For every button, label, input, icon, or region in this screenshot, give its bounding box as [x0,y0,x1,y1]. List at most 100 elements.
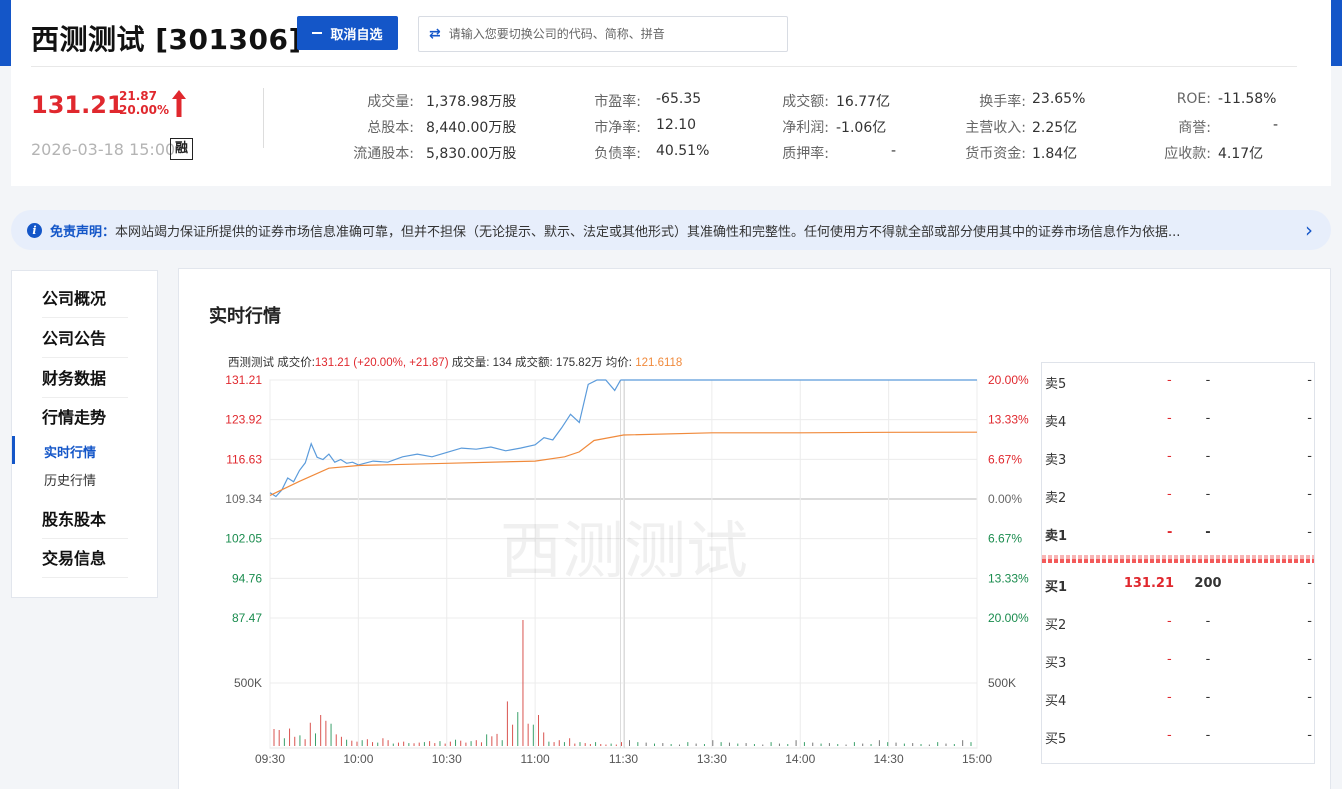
sidebar: 公司概况 公司公告 财务数据 行情走势 实时行情 历史行情 股东股本 交易信息 [11,270,158,598]
sidebar-item-realtime-quote[interactable]: 实时行情 [44,442,96,461]
order-book-ex: - [1307,411,1312,426]
order-book-lbl: 买2 [1045,618,1067,633]
x-tick: 10:30 [432,752,462,766]
y-tick-left: 94.76 [232,571,262,585]
y-tick-left: 123.92 [225,413,262,427]
stat-value: 5,830.00万股 [426,146,517,162]
bid-row: 买1 131.21 200 - [1042,576,1316,596]
order-book-ex: - [1307,690,1312,705]
sidebar-item-market-trend[interactable]: 行情走势 [42,404,128,436]
sidebar-item-shareholders[interactable]: 股东股本 [42,506,128,539]
x-tick: 10:00 [343,752,373,766]
order-book-pr: - [1167,652,1172,667]
ask-row: 卖3 - - - [1042,449,1316,469]
chevron-right-icon[interactable]: › [1305,218,1313,242]
y-tick-left: 102.05 [225,532,262,546]
ask-row: 卖2 - - - [1042,487,1316,507]
stat-label: 换手率: [979,94,1026,110]
stat-value: -1.06亿 [836,120,887,136]
bid-row: 买4 - - - [1042,690,1316,710]
order-book-ex: - [1307,487,1312,502]
order-book-pr: - [1167,373,1172,388]
order-book-pr: - [1167,487,1172,502]
price-change-percent: 20.00% [119,103,169,117]
company-search[interactable]: ⇄ [418,16,788,52]
stat-value: - [891,143,897,159]
stat-value: 4.17亿 [1218,146,1264,162]
bid-row: 买2 - - - [1042,614,1316,634]
remove-favorite-label: 取消自选 [330,27,383,43]
y-tick-left: 131.21 [225,373,262,387]
stat-value: 8,440.00万股 [426,120,517,136]
order-book-lbl: 卖1 [1045,529,1068,544]
order-book-vol: - [1205,487,1211,502]
x-tick: 11:30 [609,752,638,766]
disclaimer-label: 免责声明： [50,224,116,240]
disclaimer-bar[interactable]: i 免责声明： 本网站竭力保证所提供的证券市场信息准确可靠，但并不担保（无论提示… [11,210,1331,250]
order-book-lbl: 买5 [1045,732,1067,747]
disclaimer-text: 本网站竭力保证所提供的证券市场信息准确可靠，但并不担保（无论提示、默示、法定或其… [115,224,1181,240]
sidebar-item-trading-info[interactable]: 交易信息 [42,545,128,578]
stat-label: 货币资金: [965,146,1026,162]
order-book-pr: - [1167,690,1172,705]
stat-value: 12.10 [656,117,697,133]
order-book-vol: - [1205,373,1211,388]
stat-value: 2.25亿 [1032,120,1078,136]
order-book-pr: - [1167,449,1172,464]
stat-label: 主营收入: [965,120,1026,136]
chart-info-line: 西测测试 成交价:131.21 (+20.00%, +21.87) 成交量: 1… [228,355,682,369]
y-tick-left: 116.63 [226,452,262,466]
order-book-lbl: 买1 [1045,580,1068,595]
stat-label: 市净率: [594,120,641,136]
sidebar-item-history-quote[interactable]: 历史行情 [44,470,96,489]
y-tick-right: 13.33% [988,413,1029,427]
stat-value: 40.51% [656,143,710,159]
sidebar-item-company-overview[interactable]: 公司概况 [42,285,128,318]
info-icon: i [27,222,42,238]
ask-row: 卖4 - - - [1042,411,1316,431]
sidebar-item-financial-data[interactable]: 财务数据 [42,365,128,398]
stat-value: 1.84亿 [1032,146,1078,162]
stat-label: 成交额: [782,94,829,110]
stat-value: -65.35 [656,91,702,107]
order-book-ex: - [1307,728,1312,743]
stat-value: - [1273,117,1279,133]
intraday-chart[interactable]: 西测测试 成交价:131.21 (+20.00%, +21.87) 成交量: 1… [200,350,1035,770]
order-book-vol: - [1205,614,1211,629]
order-book-vol: - [1205,690,1211,705]
minus-icon [312,32,323,34]
stat-value: -11.58% [1218,91,1277,107]
current-price: 131.21 [31,91,124,119]
ask-row: 卖1 - - - [1042,525,1316,545]
y-tick-left: 109.34 [225,492,262,506]
order-book-pr: - [1167,728,1172,743]
stat-value: 16.77亿 [836,94,891,110]
y-tick-right: 6.67% [988,532,1022,546]
remove-favorite-button[interactable]: 取消自选 [297,16,398,50]
stat-label: 成交量: [367,94,414,110]
stock-title: 西测测试 [301306] [31,23,302,56]
margin-trading-badge: 融 [170,138,193,160]
order-book-vol: - [1205,525,1211,540]
x-tick: 13:30 [697,752,727,766]
header-divider [31,66,1297,67]
company-search-input[interactable] [448,27,769,41]
sidebar-item-announcements[interactable]: 公司公告 [42,325,128,358]
y-tick-left: 87.47 [232,611,262,625]
order-book-pr: - [1167,411,1172,426]
y-tick-right: 20.00% [988,611,1029,625]
volume-tick-left: 500K [234,676,262,690]
price-change: 21.87 20.00% [119,89,169,117]
order-book-lbl: 买3 [1045,656,1067,671]
order-book-vol: - [1205,728,1211,743]
order-book-ex: - [1307,614,1312,629]
stat-label: 商誉: [1178,120,1211,136]
x-tick: 14:00 [785,752,815,766]
up-arrow-icon [172,90,186,117]
order-book-ex: - [1307,373,1312,388]
ask-row: 卖5 - - - [1042,373,1316,393]
top-accent-right [1331,0,1342,66]
order-book-vol: 200 [1194,576,1222,591]
x-tick: 15:00 [962,752,992,766]
stat-label: 净利润: [782,120,829,136]
